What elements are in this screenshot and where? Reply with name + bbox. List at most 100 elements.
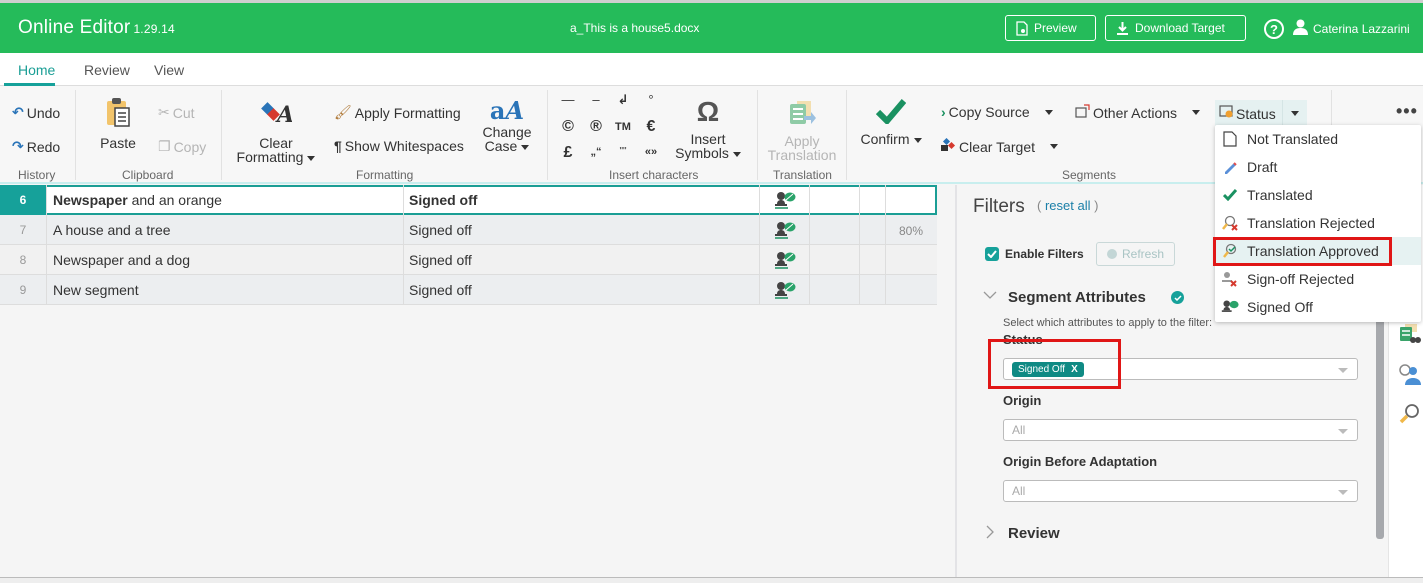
em-dash-symbol[interactable]: — xyxy=(558,92,578,107)
apply-translation-button[interactable]: Apply Translation xyxy=(766,100,838,162)
origin-before-adaptation-select[interactable]: All xyxy=(1003,480,1358,502)
tab-view[interactable]: View xyxy=(154,62,184,78)
status-label: Status xyxy=(1236,105,1276,122)
divider xyxy=(809,275,810,304)
undo-button[interactable]: ↶ Undo xyxy=(12,104,60,121)
other-actions-button[interactable]: Other Actions xyxy=(1075,104,1201,121)
dropdown-arrow-icon xyxy=(1338,368,1348,373)
tab-home[interactable]: Home xyxy=(18,62,55,78)
status-dropdown-toggle[interactable] xyxy=(1283,111,1307,116)
insert-symbols-label-2: Symbols xyxy=(675,145,729,161)
chevron-right-icon[interactable] xyxy=(986,525,995,542)
enable-filters-checkbox[interactable] xyxy=(985,247,999,261)
euro-symbol[interactable]: € xyxy=(641,118,661,136)
segment-row[interactable]: 8 Newspaper and a dog Signed off xyxy=(0,245,937,275)
menu-item-translation-rejected[interactable]: Translation Rejected xyxy=(1215,209,1421,237)
caret-down-icon[interactable] xyxy=(1044,109,1053,115)
paste-label: Paste xyxy=(100,135,136,151)
caret-down-icon xyxy=(913,137,922,143)
copy-icon: ❐ xyxy=(158,138,171,154)
user-comments-icon[interactable] xyxy=(1399,363,1421,390)
menu-item-signed-off[interactable]: Signed Off xyxy=(1215,293,1421,321)
review-section-heading[interactable]: Review xyxy=(1008,525,1060,542)
segment-row[interactable]: 7 A house and a tree Signed off 80% xyxy=(0,215,937,245)
guillemets-symbol[interactable]: «» xyxy=(641,146,661,158)
confirm-button[interactable]: Confirm xyxy=(856,98,926,146)
origin-filter-select[interactable]: All xyxy=(1003,419,1358,441)
undo-icon: ↶ xyxy=(12,104,24,120)
more-options-icon[interactable]: ••• xyxy=(1396,101,1418,122)
cut-button[interactable]: ✂ Cut xyxy=(158,104,195,121)
copy-source-button[interactable]: › Copy Source xyxy=(941,104,1053,120)
signed-off-icon xyxy=(774,191,796,212)
pound-symbol[interactable]: £ xyxy=(558,144,578,162)
target-text[interactable]: Signed off xyxy=(409,282,472,298)
history-group-label: History xyxy=(18,168,56,182)
segment-row[interactable]: 9 New segment Signed off xyxy=(0,275,937,305)
refresh-button[interactable]: Refresh xyxy=(1096,242,1175,266)
status-button[interactable]: Status xyxy=(1215,100,1283,127)
registered-symbol[interactable]: ® xyxy=(586,118,606,136)
clear-formatting-button[interactable]: A Clear Formatting xyxy=(232,100,320,164)
ribbon-toolbar: ↶ Undo ↷ Redo History Paste ✂ Cut ❐ Copy Cli… xyxy=(0,86,1423,184)
preview-label: Preview xyxy=(1034,21,1077,35)
document-icon xyxy=(1221,130,1239,148)
redo-button[interactable]: ↷ Redo xyxy=(12,138,60,155)
download-target-button[interactable]: Download Target xyxy=(1105,15,1246,41)
reset-all-link[interactable]: reset all xyxy=(1045,198,1091,213)
tab-review[interactable]: Review xyxy=(84,62,130,78)
paste-button[interactable]: Paste xyxy=(98,96,138,150)
target-text[interactable]: Signed off xyxy=(409,192,477,208)
active-check-icon xyxy=(1171,291,1184,304)
preview-button[interactable]: Preview xyxy=(1005,15,1096,41)
clear-target-button[interactable]: Clear Target xyxy=(940,137,1059,155)
segment-row[interactable]: 6 Newspaper and an orange Signed off xyxy=(0,185,937,215)
checkmark-icon xyxy=(987,250,997,258)
segment-number: 8 xyxy=(0,245,47,274)
quotes-symbol[interactable]: "" xyxy=(613,146,633,157)
en-dash-symbol[interactable]: – xyxy=(586,92,606,107)
chevron-down-icon[interactable] xyxy=(983,288,997,303)
segment-number: 7 xyxy=(0,215,47,244)
user-menu[interactable]: Caterina Lazzarini xyxy=(1293,19,1410,38)
apply-formatting-button[interactable]: 🖌 Apply Formatting xyxy=(334,104,461,121)
segment-filter-icon[interactable] xyxy=(1399,323,1421,350)
change-case-icon: aA xyxy=(489,96,525,125)
target-text[interactable]: Signed off xyxy=(409,222,472,238)
copyright-symbol[interactable]: © xyxy=(558,118,578,136)
line-break-symbol[interactable]: ↲ xyxy=(613,92,633,108)
clipboard-group-label: Clipboard xyxy=(122,168,174,182)
search-icon[interactable] xyxy=(1399,403,1421,430)
change-case-button[interactable]: aA Change Case xyxy=(480,99,534,154)
highlight-annotation xyxy=(988,339,1121,389)
menu-item-translated[interactable]: Translated xyxy=(1215,181,1421,209)
menu-item-draft[interactable]: Draft xyxy=(1215,153,1421,181)
apply-translation-label: Apply xyxy=(784,133,820,149)
caret-down-icon[interactable] xyxy=(1050,144,1059,149)
segment-attributes-heading[interactable]: Segment Attributes xyxy=(1008,289,1146,306)
target-text[interactable]: Signed off xyxy=(409,252,472,268)
menu-item-not-translated[interactable]: Not Translated xyxy=(1215,125,1421,153)
show-whitespaces-button[interactable]: ¶ Show Whitespaces xyxy=(334,138,464,154)
user-icon xyxy=(1293,19,1308,38)
copy-button[interactable]: ❐ Copy xyxy=(158,138,206,155)
menu-item-sign-off-rejected[interactable]: Sign-off Rejected xyxy=(1215,265,1421,293)
chevron-right-icon: › xyxy=(941,104,946,120)
low-quote-symbol[interactable]: „“ xyxy=(586,146,606,158)
insert-symbols-button[interactable]: Ω Insert Symbols xyxy=(672,98,744,160)
redo-label: Redo xyxy=(26,138,61,155)
caret-down-icon xyxy=(521,144,530,150)
divider xyxy=(759,215,760,244)
trademark-symbol[interactable]: TM xyxy=(613,121,633,133)
apply-translation-label-2: Translation xyxy=(767,147,837,163)
segments-group-label: Segments xyxy=(1062,168,1117,182)
caret-down-icon[interactable] xyxy=(1192,110,1201,115)
translation-group-label: Translation xyxy=(773,168,832,182)
app-name: Online Editor xyxy=(18,17,131,38)
help-icon[interactable]: ? xyxy=(1264,19,1284,39)
eraser-icon xyxy=(940,137,956,155)
degree-symbol[interactable]: ° xyxy=(641,92,661,107)
redo-icon: ↷ xyxy=(12,138,24,154)
divider xyxy=(885,185,886,215)
divider xyxy=(885,245,886,274)
